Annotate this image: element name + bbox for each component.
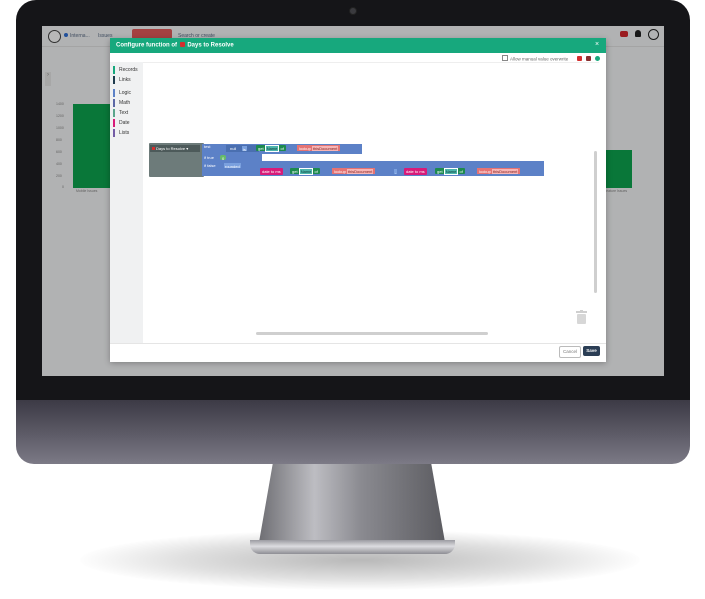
dialog-footer [110, 343, 606, 362]
toolbox-category-text[interactable]: Text [113, 109, 129, 117]
close-icon[interactable]: × [595, 41, 599, 48]
blockly-workspace[interactable] [143, 62, 599, 344]
camera-icon [349, 7, 357, 15]
category-label: Math [119, 100, 131, 106]
lookup-block[interactable]: lookup thisDocument [332, 168, 376, 174]
horizontal-scrollbar[interactable] [256, 332, 488, 335]
rounded-dropdown[interactable]: rounded [224, 163, 241, 169]
category-label: Links [119, 77, 131, 83]
save-button[interactable]: Save [583, 346, 600, 356]
toolbox-category-date[interactable]: Date [113, 119, 130, 127]
get-block[interactable]: get Name of [435, 168, 465, 175]
lookup-label: lookup [479, 169, 491, 174]
monitor-stand-base [250, 540, 455, 554]
test-label: test [204, 144, 211, 149]
vertical-scrollbar[interactable] [594, 151, 597, 293]
function-name: Days to Resolve [156, 146, 186, 151]
toolbox-category-math[interactable]: Math [113, 99, 131, 107]
manual-overwrite-checkbox[interactable] [502, 55, 508, 61]
get-label: get [258, 146, 264, 151]
get-label: get [292, 169, 298, 174]
document-icon[interactable] [586, 56, 591, 61]
get-block[interactable]: get Name of [290, 168, 320, 175]
field-type-icon [179, 42, 185, 47]
document-dropdown[interactable]: thisDocument [311, 146, 339, 151]
lookup-block[interactable]: lookup thisDocument [297, 145, 341, 151]
toolbox-category-logic[interactable]: Logic [113, 89, 131, 97]
toolbox-category-links[interactable]: Links [113, 76, 131, 84]
of-label: of [280, 146, 284, 151]
lookup-block[interactable]: lookup thisDocument [477, 168, 521, 174]
of-label: of [314, 169, 318, 174]
manual-overwrite-option[interactable]: Allow manual value overwrite [502, 55, 568, 62]
field-dropdown[interactable]: Name [298, 168, 314, 175]
dialog-title: Configure function of Days to Resolve [116, 42, 234, 49]
if-true-label: if true [204, 155, 215, 160]
if-false-label: if false [204, 163, 216, 168]
screen: Interna... Issues Search or create › 140… [42, 26, 664, 376]
document-dropdown[interactable]: thisDocument [491, 169, 519, 174]
get-label: get [437, 169, 443, 174]
monitor-stand [258, 462, 446, 548]
category-label: Date [119, 120, 130, 126]
lookup-label: lookup [334, 169, 346, 174]
field-type-icon [152, 147, 155, 150]
toolbox-category-lists[interactable]: Lists [113, 129, 130, 137]
get-block[interactable]: get Name of [256, 145, 286, 152]
help-icon[interactable] [595, 56, 600, 61]
minus-operator[interactable]: - [394, 169, 398, 175]
of-label: of [459, 169, 463, 174]
configure-function-dialog: Configure function of Days to Resolve × … [110, 38, 606, 362]
cancel-button[interactable]: Cancel [559, 346, 581, 358]
monitor-chin [16, 400, 690, 464]
category-label: Records [119, 67, 138, 73]
category-label: Logic [119, 90, 131, 96]
null-label: null [230, 146, 237, 151]
dialog-title-field: Days to Resolve [187, 42, 234, 49]
date-to-ms-block[interactable]: date to ms [260, 168, 283, 175]
trash-icon[interactable] [576, 310, 587, 324]
lookup-label: lookup [299, 146, 311, 151]
record-lookup-icon[interactable] [577, 56, 582, 61]
category-label: Lists [119, 130, 130, 136]
manual-overwrite-label: Allow manual value overwrite [510, 56, 569, 62]
number-block[interactable]: 0 [220, 155, 227, 161]
dialog-title-prefix: Configure function of [116, 42, 177, 49]
date-to-ms-block[interactable]: date to ms [404, 168, 427, 175]
category-label: Text [119, 110, 129, 116]
document-dropdown[interactable]: thisDocument [346, 169, 374, 174]
toolbox-category-records[interactable]: Records [113, 66, 138, 74]
field-dropdown[interactable]: Name [443, 168, 459, 175]
is-dropdown[interactable]: is [242, 146, 247, 152]
function-header[interactable]: Days to Resolve ▾ [150, 145, 200, 152]
field-dropdown[interactable]: Name [264, 145, 280, 152]
